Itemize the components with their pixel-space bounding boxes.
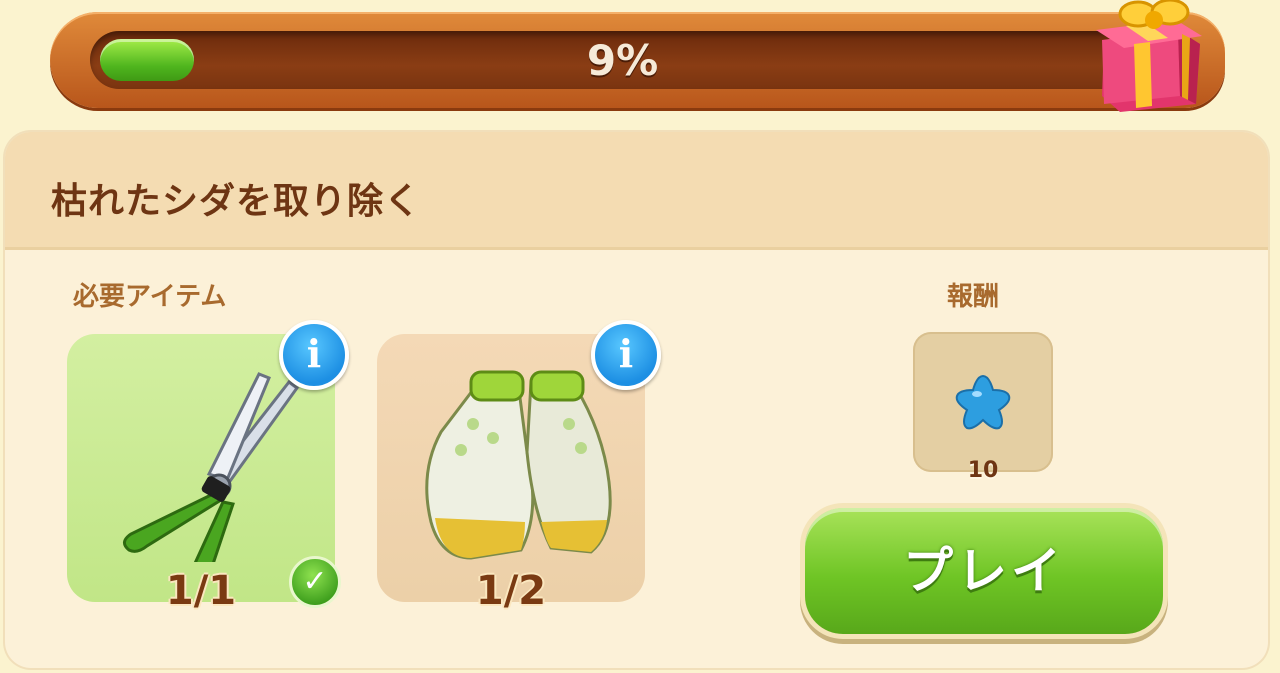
blue-star-icon	[955, 374, 1011, 430]
progress-percent: 9%	[586, 36, 659, 85]
garden-gloves-icon	[425, 370, 612, 560]
task-panel: 枯れたシダを取り除く 必要アイテム 報酬 1/1 i ✓ 1/2 i 10 プレ…	[5, 132, 1268, 668]
progress-bar: 9%	[50, 12, 1225, 108]
required-items-label: 必要アイテム	[73, 282, 227, 312]
check-icon: ✓	[289, 556, 341, 608]
task-title: 枯れたシダを取り除く	[51, 181, 422, 222]
play-button[interactable]: プレイ	[805, 508, 1163, 634]
item-count: 1/2	[475, 568, 547, 614]
reward-label: 報酬	[947, 282, 1000, 312]
info-icon[interactable]: i	[591, 320, 661, 390]
play-button-label: プレイ	[903, 542, 1065, 600]
progress-track: 9%	[90, 31, 1155, 89]
reward-amount: 10	[967, 458, 999, 483]
gift-box-icon[interactable]	[1090, 0, 1208, 112]
info-icon[interactable]: i	[279, 320, 349, 390]
pruning-shears-icon	[123, 372, 300, 562]
reward-card	[913, 332, 1053, 472]
task-header: 枯れたシダを取り除く	[5, 132, 1268, 250]
